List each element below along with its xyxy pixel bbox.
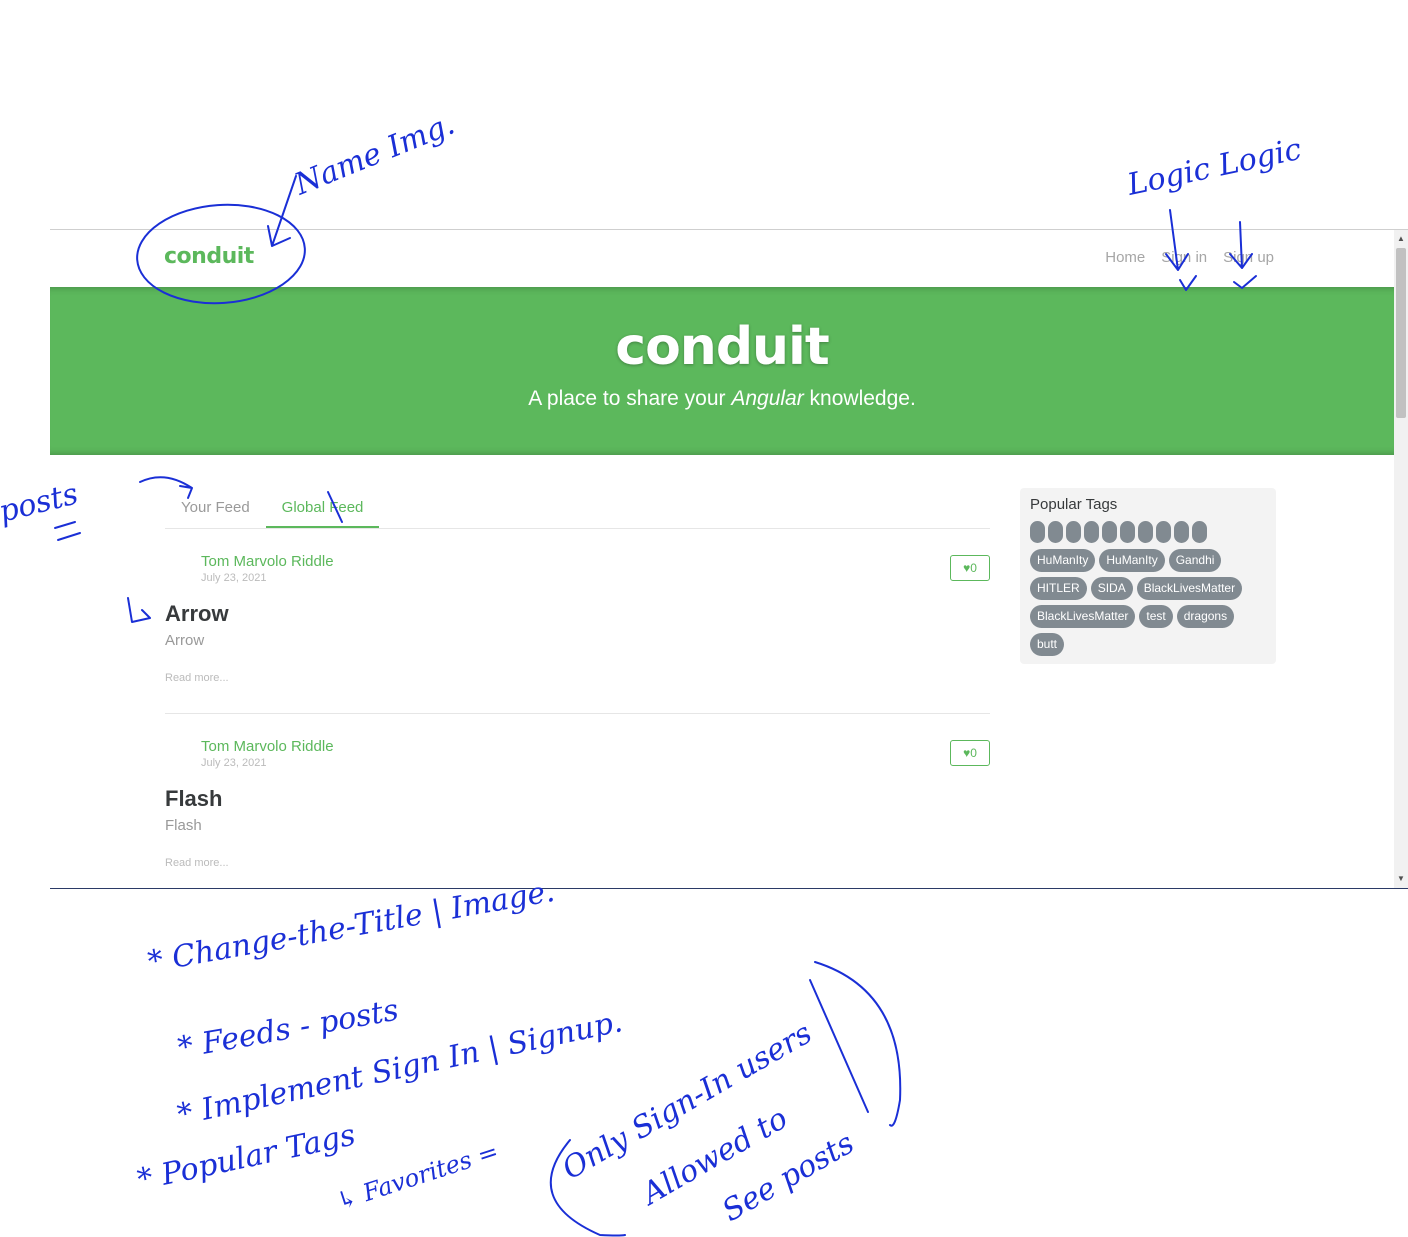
empty-tag-pill[interactable] [1030,521,1045,543]
right-bracket [814,961,902,1127]
favorite-count: 0 [970,746,977,760]
tag-pill[interactable]: BlackLivesMatter [1136,577,1243,600]
scroll-thumb[interactable] [1396,248,1406,418]
note-line-6: Only Sign-In users [557,1016,818,1187]
tag-pill[interactable]: HuManIty [1099,549,1165,572]
empty-tag-pill[interactable] [1192,521,1207,543]
hero-banner: conduit A place to share your Angular kn… [50,287,1394,455]
note-line-4: * Popular Tags [134,1118,358,1198]
note-line-7: Allowed to [634,1101,794,1213]
favorite-button[interactable]: ♥0 [950,740,990,766]
scroll-up-arrow-icon[interactable]: ▲ [1394,232,1408,246]
note-line-8: See posts [717,1126,861,1229]
empty-tag-pill[interactable] [1102,521,1117,543]
read-more-link[interactable]: Read more... [165,672,229,684]
empty-tag-pill[interactable] [1174,521,1189,543]
tag-pill[interactable]: HuManIty [1030,549,1096,572]
article-date: July 23, 2021 [201,757,267,769]
feed-tabs: Your Feed Global Feed [165,488,990,529]
favorite-count: 0 [970,561,977,575]
author-link[interactable]: Tom Marvolo Riddle [201,738,334,755]
article-title[interactable]: Arrow [165,601,229,627]
tab-global-feed[interactable]: Global Feed [265,488,380,528]
article-description[interactable]: Arrow [165,632,204,649]
empty-tag-pill[interactable] [1156,521,1171,543]
note-line-3: * Implement Sign In | Signup. [174,1004,625,1133]
nav-links: Home Sign in Sign up [1105,249,1274,266]
favorite-button[interactable]: ♥0 [950,555,990,581]
tag-pill[interactable]: butt [1030,633,1065,656]
empty-tag-pills [1030,521,1266,543]
tagline-start: A place to share your [528,387,732,410]
popular-tags-sidebar: Popular Tags HuManIty HuManIty Gandhi HI… [1020,488,1276,664]
article-preview: Tom Marvolo Riddle July 23, 2021 ♥0 Arro… [165,529,990,714]
article-preview: Tom Marvolo Riddle July 23, 2021 ♥0 Flas… [165,714,990,888]
author-link[interactable]: Tom Marvolo Riddle [201,553,334,570]
note-line-1: * Change-the-Title | Image. [145,874,557,980]
tab-your-feed[interactable]: Your Feed [165,488,266,528]
page-viewport: conduit Home Sign in Sign up conduit A p… [50,230,1394,888]
tag-pill[interactable]: SIDA [1090,577,1133,600]
bracket-stroke [809,979,869,1113]
empty-tag-pill[interactable] [1066,521,1081,543]
nav-sign-in-link[interactable]: Sign in [1161,249,1207,266]
tag-pill[interactable]: dragons [1176,605,1235,628]
empty-tag-pill[interactable] [1084,521,1099,543]
navbar: conduit Home Sign in Sign up [50,230,1394,286]
tagline-end: knowledge. [803,387,916,410]
banner-title: conduit [615,317,830,377]
empty-tag-pill[interactable] [1120,521,1135,543]
tagline-framework: Angular [731,387,804,410]
note-name-img: Name Img. [289,107,460,203]
feed-column: Your Feed Global Feed Tom Marvolo Riddle… [165,488,990,888]
note-line-2: * Feeds - posts [175,993,401,1066]
empty-tag-pill[interactable] [1138,521,1153,543]
author-avatar[interactable] [165,549,197,581]
browser-window: conduit Home Sign in Sign up conduit A p… [50,229,1408,889]
article-date: July 23, 2021 [201,572,267,584]
read-more-link[interactable]: Read more... [165,857,229,869]
note-logic: Logic Logic [1123,132,1304,203]
tag-pill[interactable]: BlackLivesMatter [1030,605,1136,628]
banner-tagline: A place to share your Angular knowledge. [50,387,1394,411]
nav-home-link[interactable]: Home [1105,249,1145,266]
nav-sign-up-link[interactable]: Sign up [1223,249,1274,266]
sidebar-title: Popular Tags [1030,496,1118,513]
author-avatar[interactable] [165,734,197,766]
tag-pill[interactable]: Gandhi [1168,549,1222,572]
note-line-5: ↳ Favorites = [333,1137,502,1216]
brand-logo[interactable]: conduit [164,244,254,269]
tag-list: HuManIty HuManIty Gandhi HITLER SIDA Bla… [1030,549,1266,656]
left-bracket [549,1139,626,1237]
empty-tag-pill[interactable] [1048,521,1063,543]
tag-pill[interactable]: HITLER [1030,577,1087,600]
article-description[interactable]: Flash [165,817,202,834]
tag-pill[interactable]: test [1139,605,1173,628]
scroll-down-arrow-icon[interactable]: ▼ [1394,872,1408,886]
article-title[interactable]: Flash [165,786,222,812]
vertical-scrollbar[interactable]: ▲ ▼ [1394,230,1408,888]
